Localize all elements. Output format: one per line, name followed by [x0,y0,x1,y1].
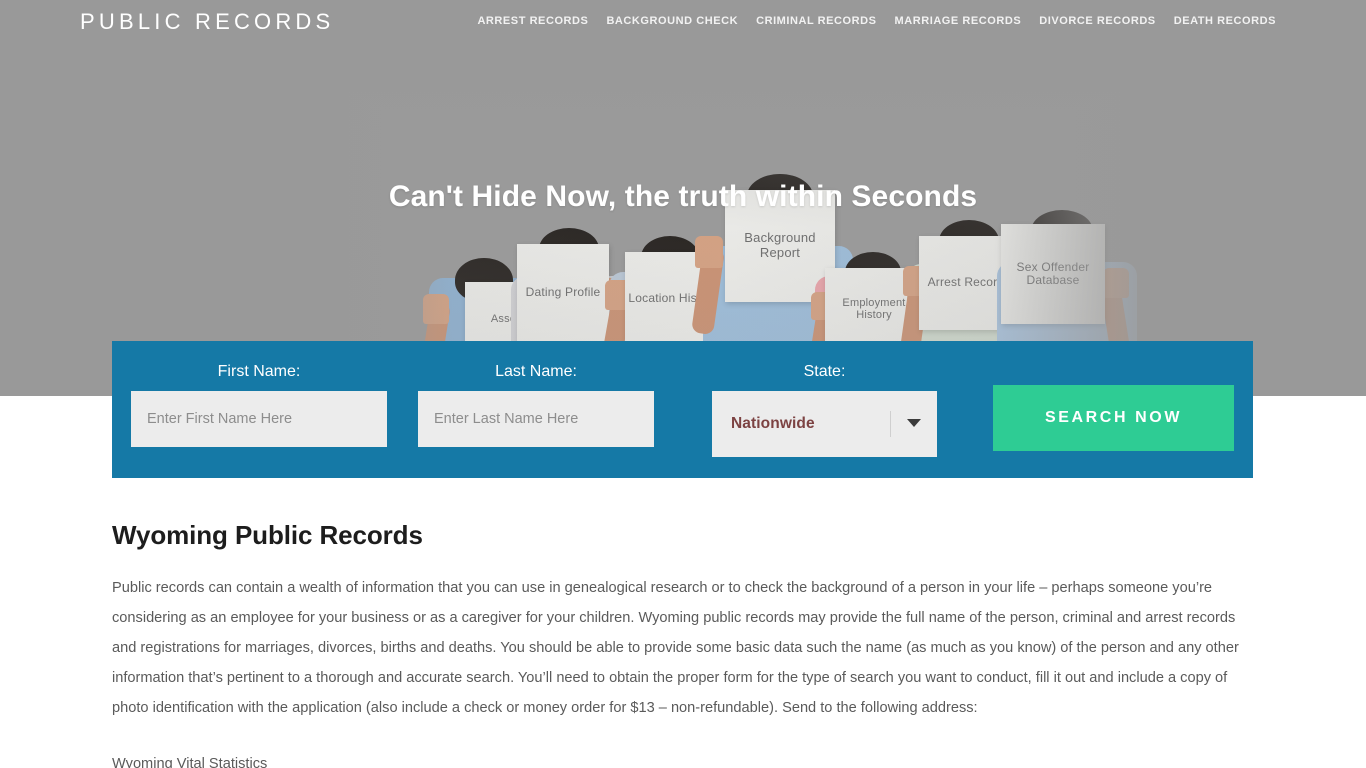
last-name-label: Last Name: [495,363,577,380]
last-name-input[interactable] [418,391,654,447]
first-name-field-group: First Name: [131,363,387,447]
page-title: Wyoming Public Records [112,520,423,550]
first-name-input[interactable] [131,391,387,447]
state-label: State: [803,363,846,380]
hero-sign-label: Dating Profile [525,285,601,300]
nav-item-divorce-records[interactable]: DIVORCE RECORDS [1039,15,1155,27]
nav-item-death-records[interactable]: DEATH RECORDS [1174,15,1276,27]
nav-links: ARREST RECORDS BACKGROUND CHECK CRIMINAL… [477,15,1276,27]
person-hand [1103,268,1129,298]
search-form-panel: First Name: Last Name: State: Nationwide… [112,341,1253,478]
chevron-down-icon [907,419,921,427]
person-hand [423,294,449,324]
hero-sign-label: Sex Offender Database [1016,259,1090,287]
article-paragraph-2: Wyoming Vital Statistics [112,756,268,768]
hero-headline: Can't Hide Now, the truth within Seconds [388,180,978,213]
search-now-button[interactable]: SEARCH NOW [993,385,1234,451]
person-hand [695,236,723,268]
last-name-field-group: Last Name: [418,363,654,447]
nav-item-background-check[interactable]: BACKGROUND CHECK [606,15,738,27]
nav-item-arrest-records[interactable]: ARREST RECORDS [477,15,588,27]
top-navigation-bar: PUBLIC RECORDS ARREST RECORDS BACKGROUND… [0,0,1366,44]
page-root: Assets Dating Profile Location History B… [0,0,1366,768]
nav-item-marriage-records[interactable]: MARRIAGE RECORDS [895,15,1022,27]
hero-band: Assets Dating Profile Location History B… [0,0,1366,396]
hero-sign: Sex Offender Database [1001,224,1105,324]
article-paragraph-1: Public records can contain a wealth of i… [112,580,1239,716]
first-name-label: First Name: [217,363,301,380]
state-select[interactable]: Nationwide [712,391,937,457]
article-section: Wyoming Public Records Public records ca… [112,520,1254,768]
state-select-value: Nationwide [731,415,815,432]
nav-item-criminal-records[interactable]: CRIMINAL RECORDS [756,15,876,27]
site-brand-logo[interactable]: PUBLIC RECORDS [80,9,334,35]
state-field-group: State: Nationwide [712,363,937,457]
select-divider [890,411,891,437]
hero-sign: Dating Profile [517,244,609,342]
